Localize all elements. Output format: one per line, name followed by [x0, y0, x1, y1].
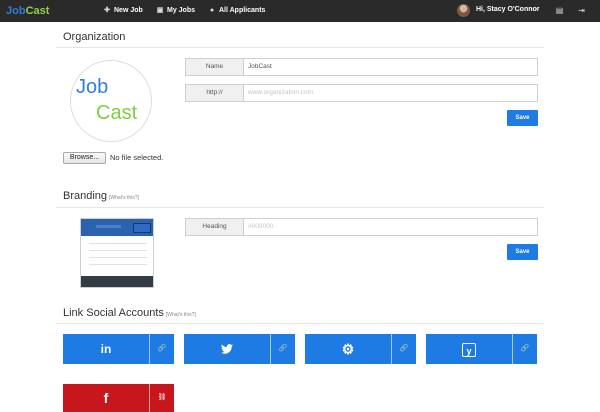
- link-icon[interactable]: 🔗: [513, 334, 537, 364]
- branding-title: Branding [What's this?]: [63, 190, 139, 205]
- user-icon: ●: [209, 7, 215, 14]
- divider: [56, 323, 544, 324]
- link-icon[interactable]: 🔗: [271, 334, 295, 364]
- preview-footer: [81, 276, 153, 287]
- twitter-icon[interactable]: [184, 334, 270, 364]
- brand-logo-cast: Cast: [25, 5, 50, 17]
- heading-color-input[interactable]: #000000: [248, 219, 273, 235]
- name-label: Name: [186, 59, 244, 75]
- heading-label: Heading: [186, 219, 244, 235]
- preview-header-box: [133, 223, 151, 233]
- unlink-icon[interactable]: ⛓: [150, 384, 174, 412]
- preview-line: [89, 264, 147, 265]
- branding-save-button[interactable]: Save: [507, 244, 538, 260]
- preview-header: [81, 219, 153, 236]
- preview-line: [89, 243, 147, 244]
- user-greeting: Hi, Stacy O'Connor: [476, 6, 540, 13]
- linkedin-tile: in 🔗: [63, 334, 174, 364]
- preview-header-text: [96, 225, 121, 228]
- gear-icon[interactable]: ⚙: [305, 334, 391, 364]
- nav-my-jobs-label: My Jobs: [167, 7, 196, 14]
- divider: [56, 47, 544, 48]
- branding-help-link[interactable]: [What's this?]: [109, 195, 139, 201]
- facebook-icon[interactable]: f: [63, 384, 149, 412]
- brand-logo-job: Job: [6, 5, 26, 17]
- organization-logo-job: Job: [76, 76, 109, 98]
- top-navbar: JobCast ✚ New Job ▣ My Jobs ● All Applicant…: [0, 0, 600, 22]
- clipboard-icon[interactable]: ▤: [555, 6, 564, 15]
- url-input-group: http:// www.organization.com: [185, 84, 538, 102]
- organization-save-button[interactable]: Save: [507, 110, 538, 126]
- linkedin-icon[interactable]: in: [63, 334, 149, 364]
- url-label: http://: [186, 85, 244, 101]
- briefcase-icon: ▣: [156, 7, 164, 14]
- settings-tile: ⚙ 🔗: [305, 334, 416, 364]
- organization-logo-cast: Cast: [96, 102, 138, 124]
- url-input[interactable]: www.organization.com: [248, 85, 313, 101]
- divider: [56, 207, 544, 208]
- organization-logo: [70, 60, 152, 142]
- yammer-glyph: y: [462, 342, 476, 357]
- nav-new-job-label: New Job: [114, 7, 143, 14]
- nav-my-jobs[interactable]: ▣ My Jobs: [156, 5, 195, 17]
- social-title: Link Social Accounts [What's this?]: [63, 307, 196, 322]
- nav-all-applicants-label: All Applicants: [219, 7, 266, 14]
- branding-preview: [80, 218, 154, 288]
- avatar: [457, 4, 470, 17]
- name-input-group: Name JobCast: [185, 58, 538, 76]
- social-title-text: Link Social Accounts: [63, 307, 164, 319]
- sign-out-icon[interactable]: ⇥: [577, 6, 586, 15]
- nav-new-job[interactable]: ✚ New Job: [103, 5, 143, 17]
- brand-logo[interactable]: JobCast: [6, 4, 49, 18]
- link-icon[interactable]: 🔗: [392, 334, 416, 364]
- yammer-tile: y 🔗: [426, 334, 537, 364]
- organization-title-text: Organization: [63, 31, 126, 43]
- branding-title-text: Branding: [63, 190, 108, 202]
- preview-line: [89, 257, 147, 258]
- link-icon[interactable]: 🔗: [150, 334, 174, 364]
- nav-all-applicants[interactable]: ● All Applicants: [208, 5, 266, 17]
- organization-title: Organization: [63, 31, 125, 44]
- file-status: No file selected.: [110, 153, 164, 162]
- chevron-down-icon: ▾: [536, 7, 540, 13]
- preview-line: [89, 250, 147, 251]
- heading-input-group: Heading #000000: [185, 218, 538, 236]
- yammer-icon[interactable]: y: [426, 334, 512, 364]
- name-input[interactable]: JobCast: [248, 59, 272, 75]
- facebook-tile: f ⛓: [63, 384, 174, 412]
- browse-button[interactable]: Browse...: [63, 152, 106, 164]
- twitter-tile: 🔗: [184, 334, 295, 364]
- social-help-link[interactable]: [What's this?]: [166, 312, 196, 318]
- plus-icon: ✚: [104, 7, 110, 14]
